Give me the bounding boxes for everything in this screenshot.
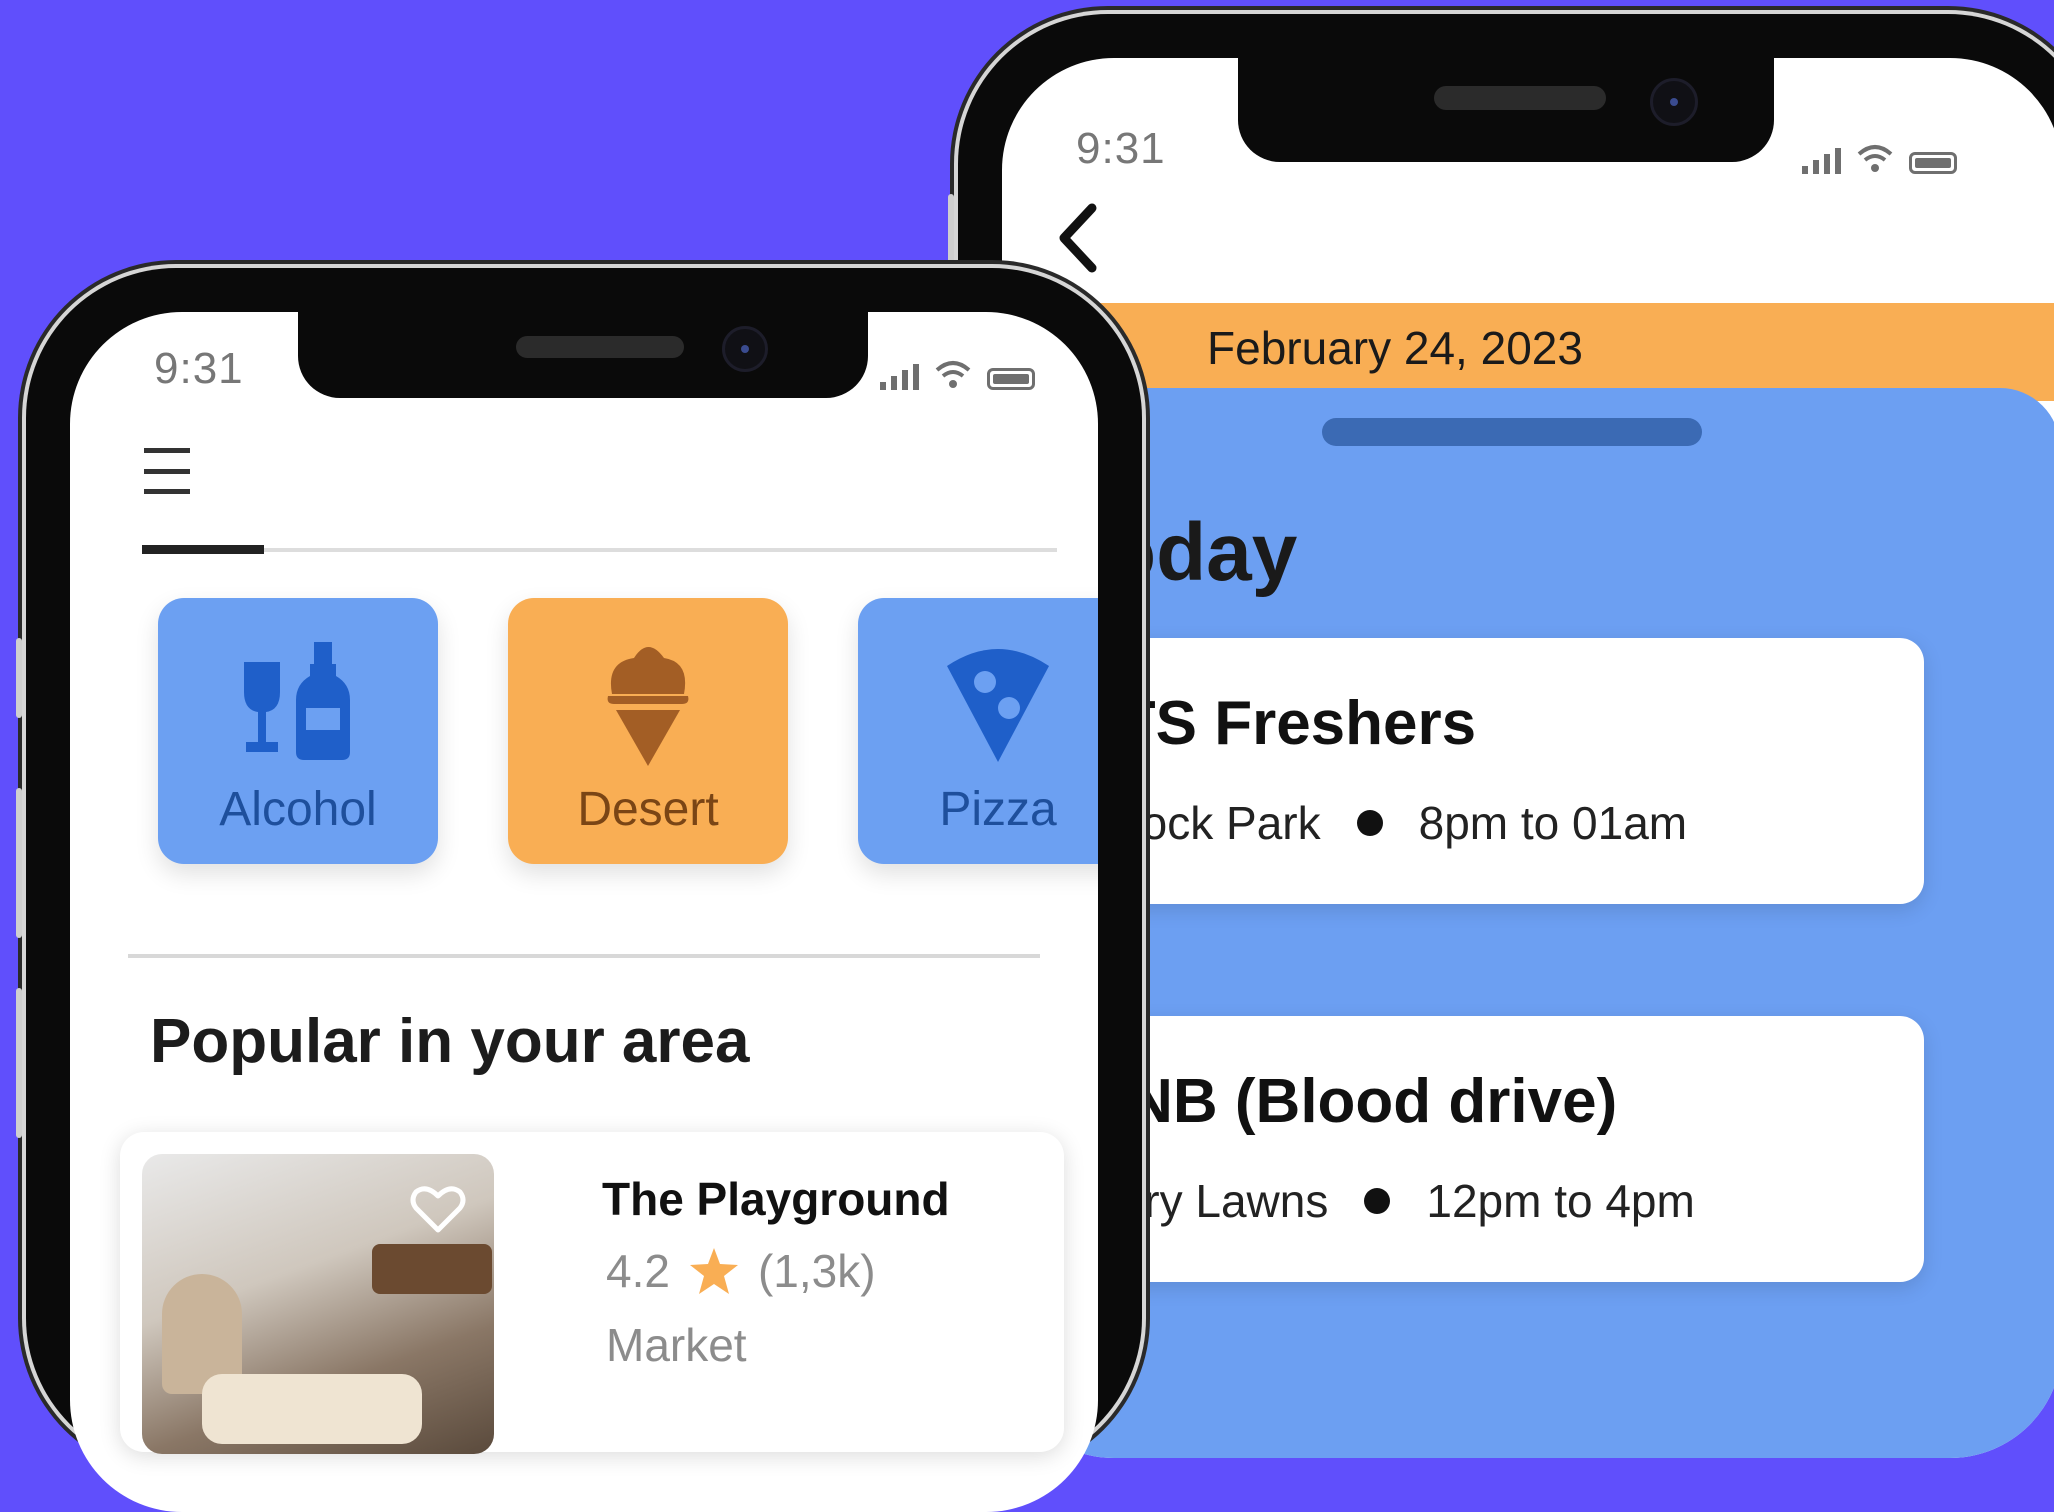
signal-icon xyxy=(1802,148,1841,174)
category-pizza[interactable]: Pizza xyxy=(858,598,1098,864)
category-label: Pizza xyxy=(939,783,1057,836)
phone-side-button xyxy=(16,988,22,1138)
rating-value: 4.2 xyxy=(606,1245,670,1297)
review-count: (1,3k) xyxy=(757,1245,876,1297)
speaker-grille xyxy=(516,336,684,358)
phone-notch xyxy=(298,312,868,398)
category-alcohol[interactable]: Alcohol xyxy=(158,598,438,864)
home-screen: 9:31 Alcohol Desert Pizza Popular in you… xyxy=(70,312,1098,1512)
phone-side-button xyxy=(16,638,22,718)
place-photo xyxy=(142,1154,494,1454)
separator-dot xyxy=(1364,1188,1391,1214)
front-camera xyxy=(722,326,768,372)
ice-cream-icon xyxy=(607,647,689,766)
category-label: Desert xyxy=(577,783,719,836)
status-icons xyxy=(880,360,1035,390)
status-time: 9:31 xyxy=(154,344,244,393)
place-type: Market xyxy=(606,1319,747,1371)
place-name: The Playground xyxy=(602,1173,950,1225)
wifi-icon xyxy=(935,361,971,388)
date-banner: February 24, 2023 xyxy=(1002,303,2054,401)
events-sheet: Today WITS Freshers Sturrock Park 8pm to… xyxy=(1002,388,2054,1458)
wine-bottle-icon xyxy=(244,642,350,760)
category-desert[interactable]: Desert xyxy=(508,598,788,864)
separator-dot xyxy=(1356,810,1383,836)
heart-icon[interactable] xyxy=(410,1184,466,1234)
category-label: Alcohol xyxy=(219,783,377,836)
event-time: 12pm to 4pm xyxy=(1426,1175,1695,1227)
sheet-drag-handle[interactable] xyxy=(1322,418,1702,446)
phone-left: 9:31 Alcohol Desert Pizza Popular in you… xyxy=(16,268,1142,1512)
event-time: 8pm to 01am xyxy=(1418,797,1688,849)
battery-icon xyxy=(987,368,1035,390)
events-screen: 9:31 February 24, 2023 Today WITS Freshe… xyxy=(1002,58,2054,1458)
front-camera xyxy=(1650,78,1698,126)
tab-indicator-active xyxy=(142,545,264,554)
battery-icon xyxy=(1909,152,1957,174)
section-divider xyxy=(128,954,1040,958)
pizza-slice-icon xyxy=(947,649,1049,762)
signal-icon xyxy=(880,364,919,390)
back-arrow-icon[interactable] xyxy=(1050,198,1110,278)
wifi-icon xyxy=(1857,145,1893,172)
phone-side-button xyxy=(16,788,22,938)
section-title: Popular in your area xyxy=(150,1007,750,1076)
place-card[interactable]: The Playground 4.2 (1,3k) Market xyxy=(120,1132,1064,1454)
place-rating: 4.2 (1,3k) xyxy=(606,1244,876,1298)
speaker-grille xyxy=(1434,86,1606,110)
status-time: 9:31 xyxy=(1076,124,1166,173)
menu-icon[interactable] xyxy=(144,448,190,494)
star-icon xyxy=(689,1248,738,1294)
tab-indicator xyxy=(142,545,1057,554)
phone-notch xyxy=(1238,58,1774,162)
status-icons xyxy=(1802,144,1957,174)
